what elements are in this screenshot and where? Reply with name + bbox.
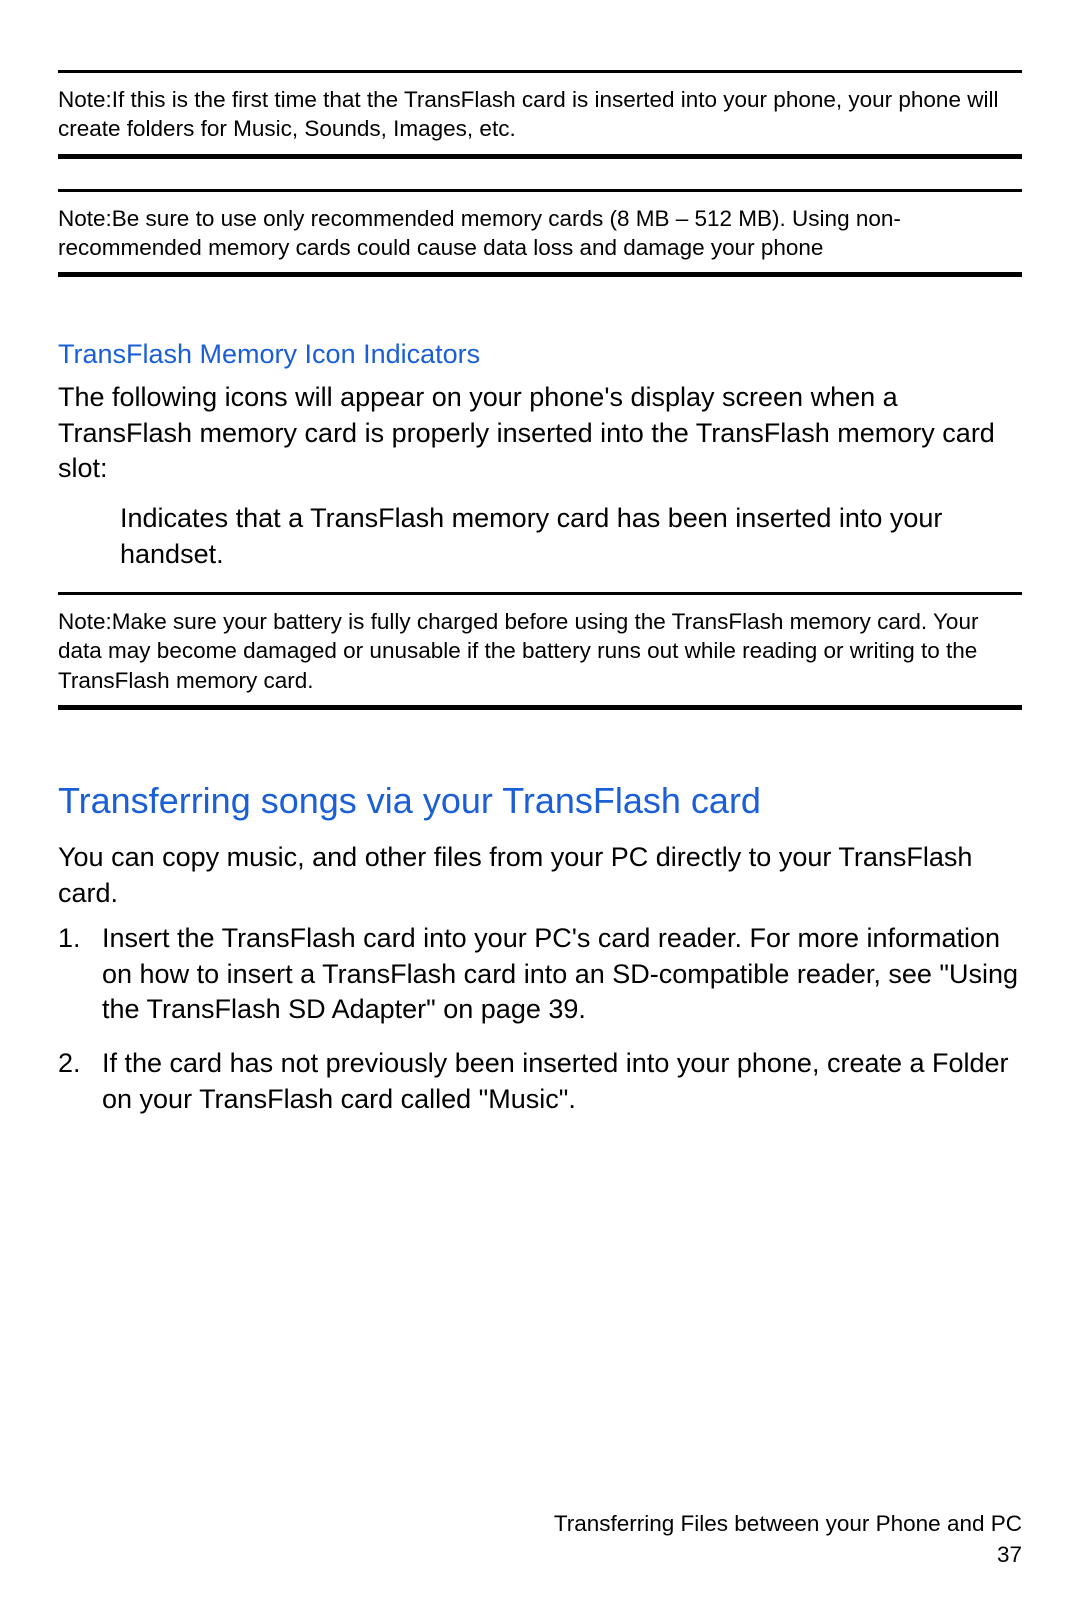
note-label-2: Note: <box>58 206 112 231</box>
list-item: If the card has not previously been inse… <box>58 1046 1022 1117</box>
indicators-section: TransFlash Memory Icon Indicators The fo… <box>58 307 1022 592</box>
footer-chapter: Transferring Files between your Phone an… <box>58 1509 1022 1539</box>
note-text-1: Note:If this is the first time that the … <box>58 85 1022 144</box>
note-label-1: Note: <box>58 87 112 112</box>
page-container: Note:If this is the first time that the … <box>0 0 1080 1620</box>
section-heading-transfer: Transferring songs via your TransFlash c… <box>58 780 1022 822</box>
note-body-3: Make sure your battery is fully charged … <box>58 609 978 693</box>
note-text-3: Note:Make sure your battery is fully cha… <box>58 607 1022 695</box>
indicator-row-1: Indicates that a TransFlash memory card … <box>58 501 1022 572</box>
note-block-3: Note:Make sure your battery is fully cha… <box>58 592 1022 710</box>
indicators-intro: The following icons will appear on your … <box>58 380 1022 487</box>
note-text-2: Note:Be sure to use only recommended mem… <box>58 204 1022 263</box>
note-body-2: Be sure to use only recommended memory c… <box>58 206 901 260</box>
note-block-1: Note:If this is the first time that the … <box>58 70 1022 159</box>
sub-heading-indicators: TransFlash Memory Icon Indicators <box>58 339 1022 370</box>
page-footer: Transferring Files between your Phone an… <box>58 1509 1022 1570</box>
transfer-intro: You can copy music, and other files from… <box>58 840 1022 911</box>
footer-page-number: 37 <box>58 1540 1022 1570</box>
list-item: Insert the TransFlash card into your PC'… <box>58 921 1022 1028</box>
note-block-2: Note:Be sure to use only recommended mem… <box>58 189 1022 278</box>
indicator-text-1: Indicates that a TransFlash memory card … <box>120 501 1022 572</box>
note-label-3: Note: <box>58 609 112 634</box>
transfer-section: Transferring songs via your TransFlash c… <box>58 740 1022 1135</box>
transfer-steps-list: Insert the TransFlash card into your PC'… <box>58 921 1022 1117</box>
note-body-1: If this is the first time that the Trans… <box>58 87 998 141</box>
